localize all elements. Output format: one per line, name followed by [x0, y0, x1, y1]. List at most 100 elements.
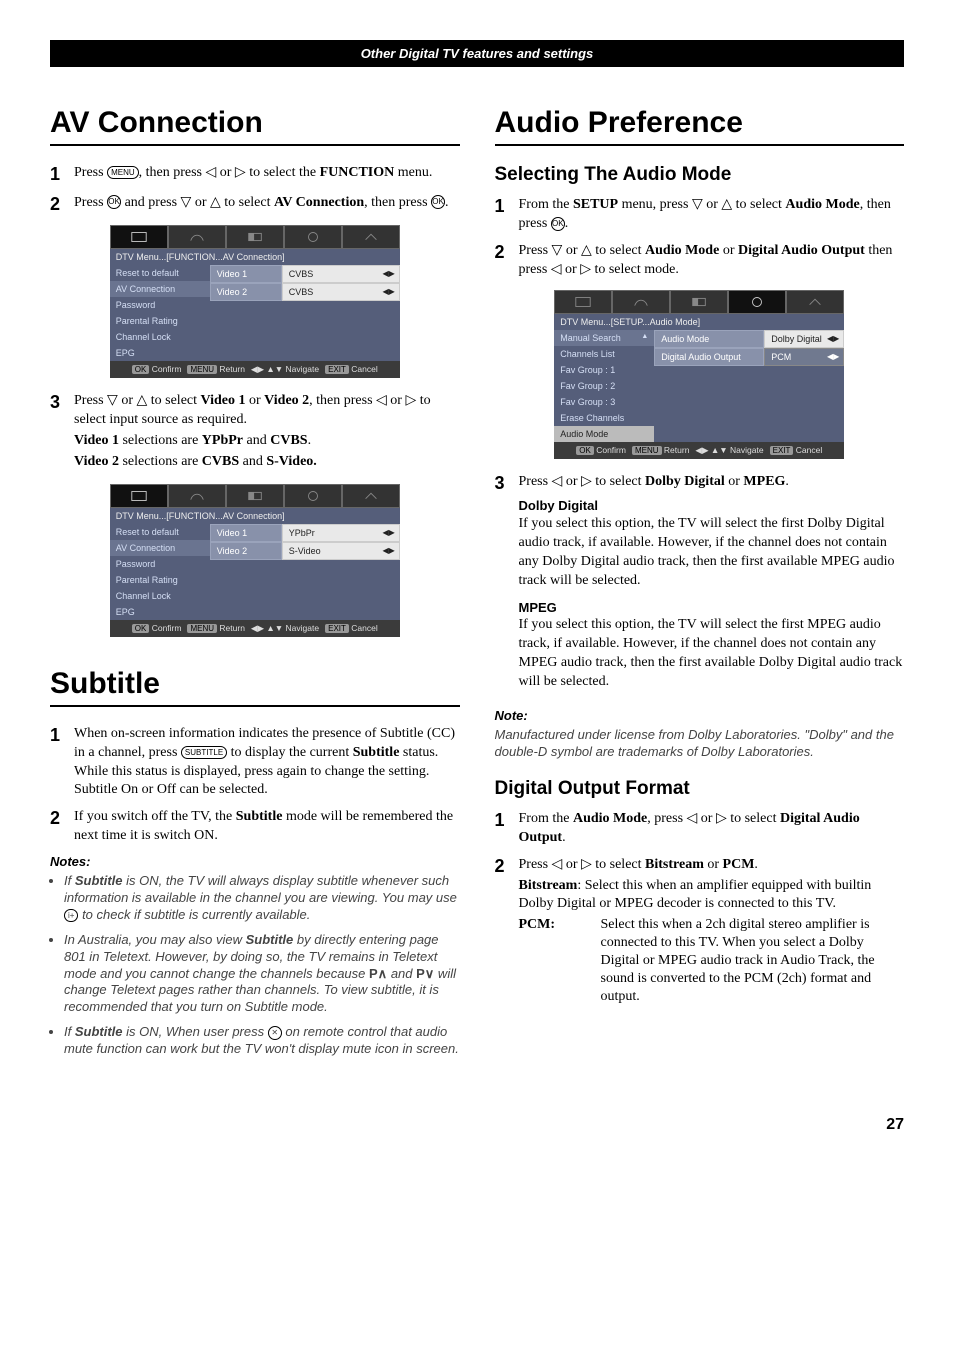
text: YPbPr [202, 433, 243, 448]
text: If you switch off the TV, the [74, 809, 236, 824]
av-step-3: 3 Press ▽ or △ to select Video 1 or Vide… [50, 392, 460, 474]
osd-row-label: Video 2 [210, 542, 282, 560]
osd-row-value: Dolby Digital◀▶ [764, 330, 844, 348]
text: Press ◁ or ▷ to select [519, 857, 646, 872]
dolby-license-note: Manufactured under license from Dolby La… [495, 727, 905, 761]
osd-menu-item: EPG [110, 604, 210, 620]
osd-menu-item: Channel Lock [110, 329, 210, 345]
osd-menu-item: Erase Channels [554, 410, 654, 426]
osd-hint-bar: OK Confirm MENU Return ◀▶ ▲▼ Navigate EX… [554, 442, 844, 459]
step-number: 2 [495, 856, 519, 878]
text: and press ▽ or △ to select [121, 195, 274, 210]
osd-menu-list: Reset to default AV Connection Password … [110, 524, 210, 620]
text: , then press ◁ or ▷ to select the [139, 165, 320, 180]
osd-menu-item: Fav Group : 3 [554, 394, 654, 410]
text: , press ◁ or ▷ to select [647, 811, 780, 826]
osd-menu-item: Reset to default [110, 265, 210, 281]
text: Video 2 [74, 454, 119, 469]
page-header: Other Digital TV features and settings [50, 40, 904, 67]
osd-breadcrumb: DTV Menu...[SETUP...Audio Mode] [554, 314, 844, 330]
info-button-icon: i+ [64, 909, 78, 922]
osd-tab-icon [554, 290, 612, 314]
step-number: 1 [495, 810, 519, 832]
text: Press ▽ or △ to select [74, 393, 201, 408]
osd-breadcrumb: DTV Menu...[FUNCTION...AV Connection] [110, 508, 400, 524]
osd-menu-item: Manual Search▲ [554, 330, 654, 346]
text: selections are [119, 433, 202, 448]
osd-menu-item: Fav Group : 2 [554, 378, 654, 394]
osd-tab-icon [728, 290, 786, 314]
osd-menu-item: Channel Lock [110, 588, 210, 604]
osd-row-value: YPbPr◀▶ [282, 524, 400, 542]
dolby-paragraph: If you select this option, the TV will s… [519, 515, 905, 591]
text: or [719, 243, 738, 258]
text: PCM [723, 857, 755, 872]
osd-tab-icon [612, 290, 670, 314]
text: Press ◁ or ▷ to select [519, 474, 646, 489]
osd-tab-icon [786, 290, 844, 314]
av-connection-title: AV Connection [50, 106, 460, 146]
osd-tab-icon [168, 225, 226, 249]
osd-breadcrumb: DTV Menu...[FUNCTION...AV Connection] [110, 249, 400, 265]
osd-row-label: Video 1 [210, 524, 282, 542]
text: Press [74, 165, 107, 180]
text: Subtitle [353, 745, 400, 760]
text: or [704, 857, 723, 872]
pcm-def: PCM: Select this when a 2ch digital ster… [519, 916, 905, 1007]
osd-tab-icon [670, 290, 728, 314]
step-number: 2 [50, 194, 74, 216]
subtitle-title: Subtitle [50, 667, 460, 707]
mpeg-heading: MPEG [519, 599, 905, 617]
osd-menu-item: Audio Mode [554, 426, 654, 442]
selecting-audio-mode-heading: Selecting The Audio Mode [495, 164, 905, 186]
osd-hint-bar: OK Confirm MENU Return ◀▶ ▲▼ Navigate EX… [110, 361, 400, 378]
osd-menu-item: Password [110, 297, 210, 313]
osd-menu-item: AV Connection [110, 540, 210, 556]
digital-step-2: 2 Press ◁ or ▷ to select Bitstream or PC… [495, 856, 905, 1006]
osd-menu-list: Reset to default AV Connection Password … [110, 265, 210, 361]
step-number: 2 [495, 242, 519, 264]
osd-menu-item: AV Connection [110, 281, 210, 297]
osd-screenshot-1: DTV Menu...[FUNCTION...AV Connection] Re… [110, 225, 400, 378]
text: , then press [364, 195, 431, 210]
osd-row-value: S-Video◀▶ [282, 542, 400, 560]
text: Press ▽ or △ to select [519, 243, 646, 258]
note-item: If Subtitle is ON, When user press ✕ on … [64, 1024, 460, 1058]
text: Digital Audio Output [738, 243, 865, 258]
text: CVBS [270, 433, 307, 448]
text: and [239, 454, 266, 469]
step-number: 2 [50, 808, 74, 830]
av-step-2: 2 Press OK and press ▽ or △ to select AV… [50, 194, 460, 216]
text: FUNCTION [320, 165, 395, 180]
osd-row-value: CVBS◀▶ [282, 283, 400, 301]
text: Subtitle [236, 809, 283, 824]
text: CVBS [202, 454, 239, 469]
step-number: 1 [50, 725, 74, 747]
osd-menu-item: Channels List [554, 346, 654, 362]
mpeg-paragraph: If you select this option, the TV will s… [519, 616, 905, 692]
osd-row-value: CVBS◀▶ [282, 265, 400, 283]
note-item: In Australia, you may also view Subtitle… [64, 932, 460, 1016]
text: or [246, 393, 265, 408]
osd-tab-icon [110, 225, 168, 249]
osd-tab-icon [342, 484, 400, 508]
text: From the [519, 197, 573, 212]
osd-tab-icon [110, 484, 168, 508]
osd-row-value: PCM◀▶ [764, 348, 844, 366]
menu-button-icon: MENU [107, 166, 139, 179]
audio-step-2: 2 Press ▽ or △ to select Audio Mode or D… [495, 242, 905, 280]
left-column: AV Connection 1 Press MENU, then press ◁… [50, 102, 460, 1066]
text: to display the current [227, 745, 353, 760]
text: From the [519, 811, 573, 826]
dolby-heading: Dolby Digital [519, 497, 905, 515]
osd-menu-item: Parental Rating [110, 313, 210, 329]
subtitle-button-icon: SUBTITLE [181, 746, 227, 759]
bitstream-def: Bitstream Bitstream: Select this when an… [519, 877, 905, 913]
osd-menu-item: Fav Group : 1 [554, 362, 654, 378]
osd-tab-icon [168, 484, 226, 508]
text: selections are [119, 454, 202, 469]
osd-row-label: Video 2 [210, 283, 282, 301]
text: Audio Mode [645, 243, 719, 258]
osd-tab-icon [342, 225, 400, 249]
osd-tab-icon [284, 484, 342, 508]
